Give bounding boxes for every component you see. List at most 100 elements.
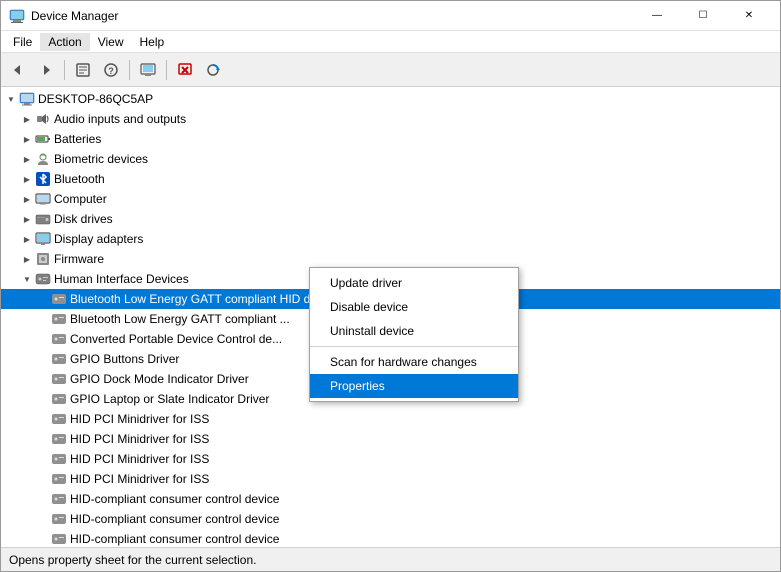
tree-item-computer[interactable]: Computer: [1, 189, 780, 209]
disk-icon: [35, 211, 51, 227]
expand-arrow-hid1: [35, 291, 51, 307]
svg-text:?: ?: [108, 66, 114, 76]
audio-icon: [35, 111, 51, 127]
ctx-update-driver[interactable]: Update driver: [310, 271, 518, 295]
context-menu: Update driver Disable device Uninstall d…: [309, 267, 519, 402]
tree-item-firmware[interactable]: Firmware: [1, 249, 780, 269]
display-icon: [35, 231, 51, 247]
toolbar-forward[interactable]: [33, 57, 59, 83]
hid-dev-icon-4: [51, 351, 67, 367]
status-text: Opens property sheet for the current sel…: [9, 553, 256, 567]
hid1-label: Bluetooth Low Energy GATT compliant HID …: [70, 292, 338, 306]
expand-arrow-computer[interactable]: [19, 191, 35, 207]
menu-action[interactable]: Action: [40, 33, 89, 51]
toolbar-uninstall[interactable]: [172, 57, 198, 83]
minimize-button[interactable]: —: [634, 1, 680, 31]
hid-dev-icon-7: [51, 411, 67, 427]
hid-dev-icon-12: [51, 511, 67, 527]
tree-item-hid12[interactable]: HID-compliant consumer control device: [1, 509, 780, 529]
expand-arrow-biometric[interactable]: [19, 151, 35, 167]
menu-bar: File Action View Help: [1, 31, 780, 53]
tree-item-disk[interactable]: Disk drives: [1, 209, 780, 229]
tree-item-batteries[interactable]: Batteries: [1, 129, 780, 149]
bluetooth-icon: [35, 171, 51, 187]
hid2-label: Bluetooth Low Energy GATT compliant ...: [70, 312, 290, 326]
hid6-label: GPIO Laptop or Slate Indicator Driver: [70, 392, 269, 406]
ctx-separator: [310, 346, 518, 347]
hid-dev-icon-3: [51, 331, 67, 347]
hid-dev-icon-1: [51, 291, 67, 307]
toolbar-sep-3: [166, 60, 167, 80]
hid9-label: HID PCI Minidriver for ISS: [70, 452, 209, 466]
menu-help[interactable]: Help: [132, 33, 173, 51]
tree-item-display[interactable]: Display adapters: [1, 229, 780, 249]
hid-label: Human Interface Devices: [54, 272, 189, 286]
expand-arrow-firmware[interactable]: [19, 251, 35, 267]
expand-arrow-batteries[interactable]: [19, 131, 35, 147]
display-label: Display adapters: [54, 232, 143, 246]
toolbar-help[interactable]: ?: [98, 57, 124, 83]
menu-file[interactable]: File: [5, 33, 40, 51]
audio-label: Audio inputs and outputs: [54, 112, 186, 126]
window-title: Device Manager: [31, 9, 634, 23]
hid3-label: Converted Portable Device Control de...: [70, 332, 282, 346]
tree-item-bluetooth[interactable]: Bluetooth: [1, 169, 780, 189]
hid-dev-icon-6: [51, 391, 67, 407]
title-controls: — ☐ ✕: [634, 1, 772, 31]
hid-dev-icon-5: [51, 371, 67, 387]
firmware-icon: [35, 251, 51, 267]
ctx-disable[interactable]: Disable device: [310, 295, 518, 319]
tree-item-hid13[interactable]: HID-compliant consumer control device: [1, 529, 780, 547]
expand-arrow-audio[interactable]: [19, 111, 35, 127]
hid-dev-icon-9: [51, 451, 67, 467]
expand-arrow-display[interactable]: [19, 231, 35, 247]
computer-icon: [19, 91, 35, 107]
toolbar-scan[interactable]: [200, 57, 226, 83]
battery-icon: [35, 131, 51, 147]
tree-item-biometric[interactable]: Biometric devices: [1, 149, 780, 169]
expand-arrow-hid[interactable]: [19, 271, 35, 287]
tree-item-hid7[interactable]: HID PCI Minidriver for ISS: [1, 409, 780, 429]
ctx-uninstall[interactable]: Uninstall device: [310, 319, 518, 343]
disk-label: Disk drives: [54, 212, 113, 226]
hid-dev-icon-2: [51, 311, 67, 327]
hid-dev-icon-10: [51, 471, 67, 487]
tree-item-hid11[interactable]: HID-compliant consumer control device: [1, 489, 780, 509]
firmware-label: Firmware: [54, 252, 104, 266]
main-content: DESKTOP-86QC5AP Audio inputs and outputs: [1, 87, 780, 547]
computer-sm-icon: [35, 191, 51, 207]
hid7-label: HID PCI Minidriver for ISS: [70, 412, 209, 426]
hid-dev-icon-8: [51, 431, 67, 447]
tree-item-hid10[interactable]: HID PCI Minidriver for ISS: [1, 469, 780, 489]
tree-item-hid8[interactable]: HID PCI Minidriver for ISS: [1, 429, 780, 449]
hid10-label: HID PCI Minidriver for ISS: [70, 472, 209, 486]
close-button[interactable]: ✕: [726, 1, 772, 31]
expand-arrow-root[interactable]: [3, 91, 19, 107]
toolbar-update-driver[interactable]: [135, 57, 161, 83]
window-icon: [9, 8, 25, 24]
device-manager-window: Device Manager — ☐ ✕ File Action View He…: [0, 0, 781, 572]
expand-arrow-bluetooth[interactable]: [19, 171, 35, 187]
toolbar-back[interactable]: [5, 57, 31, 83]
expand-arrow-disk[interactable]: [19, 211, 35, 227]
biometric-icon: [35, 151, 51, 167]
toolbar-properties[interactable]: [70, 57, 96, 83]
ctx-properties[interactable]: Properties: [310, 374, 518, 398]
hid13-label: HID-compliant consumer control device: [70, 532, 279, 546]
toolbar: ?: [1, 53, 780, 87]
tree-item-hid9[interactable]: HID PCI Minidriver for ISS: [1, 449, 780, 469]
ctx-scan[interactable]: Scan for hardware changes: [310, 350, 518, 374]
hid11-label: HID-compliant consumer control device: [70, 492, 279, 506]
device-tree[interactable]: DESKTOP-86QC5AP Audio inputs and outputs: [1, 87, 780, 547]
computer-label: Computer: [54, 192, 107, 206]
maximize-button[interactable]: ☐: [680, 1, 726, 31]
root-label: DESKTOP-86QC5AP: [38, 92, 153, 106]
hid12-label: HID-compliant consumer control device: [70, 512, 279, 526]
title-bar: Device Manager — ☐ ✕: [1, 1, 780, 31]
tree-item-root[interactable]: DESKTOP-86QC5AP: [1, 89, 780, 109]
hid5-label: GPIO Dock Mode Indicator Driver: [70, 372, 249, 386]
tree-item-audio[interactable]: Audio inputs and outputs: [1, 109, 780, 129]
batteries-label: Batteries: [54, 132, 101, 146]
menu-view[interactable]: View: [90, 33, 132, 51]
toolbar-sep-2: [129, 60, 130, 80]
